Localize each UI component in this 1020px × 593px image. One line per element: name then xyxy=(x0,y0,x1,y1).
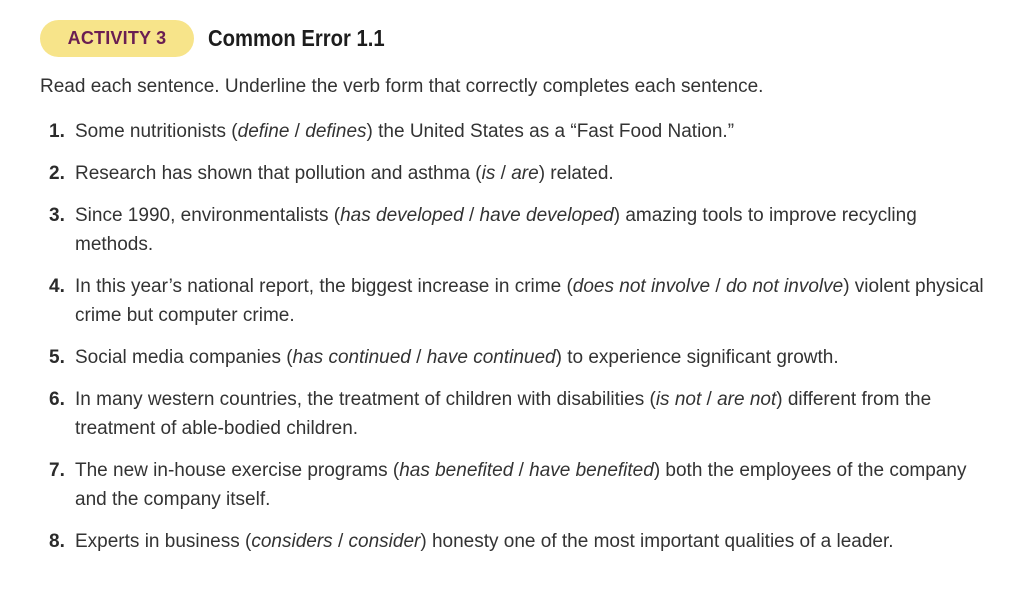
exercise-item: 8. Experts in business (considers / consi… xyxy=(48,527,988,556)
item-number: 8. xyxy=(49,531,65,552)
exercise-list: 1. Some nutritionists (define / defines) … xyxy=(48,117,988,569)
item-text-before: The new in-house exercise programs ( xyxy=(75,460,400,481)
verb-option-2[interactable]: are not xyxy=(717,389,776,410)
exercise-item: 3. Since 1990, environmentalists (has dev… xyxy=(48,201,988,259)
verb-option-1[interactable]: does not involve xyxy=(573,276,710,297)
option-separator: / xyxy=(701,389,718,410)
item-text-before: Some nutritionists ( xyxy=(75,121,238,142)
verb-option-2[interactable]: defines xyxy=(305,121,366,142)
activity-badge: ACTIVITY 3 xyxy=(40,20,194,57)
item-number: 7. xyxy=(49,460,65,481)
option-separator: / xyxy=(710,276,726,297)
item-text-before: In this year’s national report, the bigg… xyxy=(75,276,573,297)
instructions: Read each sentence. Underline the verb f… xyxy=(40,76,764,97)
verb-option-2[interactable]: are xyxy=(511,163,538,184)
item-number: 5. xyxy=(49,347,65,368)
verb-option-2[interactable]: have continued xyxy=(427,347,556,368)
verb-option-1[interactable]: has continued xyxy=(293,347,411,368)
exercise-item: 2. Research has shown that pollution and … xyxy=(48,159,988,188)
item-text-before: Experts in business ( xyxy=(75,531,252,552)
verb-option-1[interactable]: has benefited xyxy=(399,460,513,481)
verb-option-1[interactable]: is not xyxy=(656,389,701,410)
verb-option-1[interactable]: is xyxy=(482,163,496,184)
verb-option-1[interactable]: considers xyxy=(251,531,332,552)
option-separator: / xyxy=(513,460,530,481)
item-number: 2. xyxy=(49,163,65,184)
item-number: 1. xyxy=(49,121,65,142)
option-separator: / xyxy=(332,531,349,552)
verb-option-1[interactable]: has developed xyxy=(340,205,464,226)
verb-option-1[interactable]: define xyxy=(238,121,290,142)
item-text-after: ) the United States as a “Fast Food Nati… xyxy=(366,121,735,142)
option-separator: / xyxy=(410,347,427,368)
verb-option-2[interactable]: consider xyxy=(349,531,421,552)
item-text-after: ) to experience significant growth. xyxy=(555,347,839,368)
item-text-before: In many western countries, the treatment… xyxy=(75,389,656,410)
activity-title: Common Error 1.1 xyxy=(208,25,385,51)
verb-option-2[interactable]: have benefited xyxy=(529,460,654,481)
item-text-after: ) honesty one of the most important qual… xyxy=(420,531,894,552)
option-separator: / xyxy=(495,163,512,184)
item-number: 3. xyxy=(49,205,65,226)
activity-header: ACTIVITY 3 Common Error 1.1 xyxy=(40,20,409,57)
item-text-before: Research has shown that pollution and as… xyxy=(75,163,482,184)
exercise-item: 6. In many western countries, the treatme… xyxy=(48,385,988,443)
item-text-after: ) related. xyxy=(538,163,614,184)
item-text-before: Since 1990, environmentalists ( xyxy=(75,205,341,226)
exercise-item: 1. Some nutritionists (define / defines) … xyxy=(48,117,988,146)
verb-option-2[interactable]: do not involve xyxy=(726,276,843,297)
exercise-item: 5. Social media companies (has continued … xyxy=(48,343,988,372)
exercise-item: 7. The new in-house exercise programs (ha… xyxy=(48,456,988,514)
verb-option-2[interactable]: have developed xyxy=(480,205,614,226)
item-number: 4. xyxy=(49,276,65,297)
option-separator: / xyxy=(463,205,480,226)
option-separator: / xyxy=(289,121,306,142)
exercise-item: 4. In this year’s national report, the bi… xyxy=(48,272,988,330)
item-text-before: Social media companies ( xyxy=(75,347,293,368)
item-number: 6. xyxy=(49,389,65,410)
